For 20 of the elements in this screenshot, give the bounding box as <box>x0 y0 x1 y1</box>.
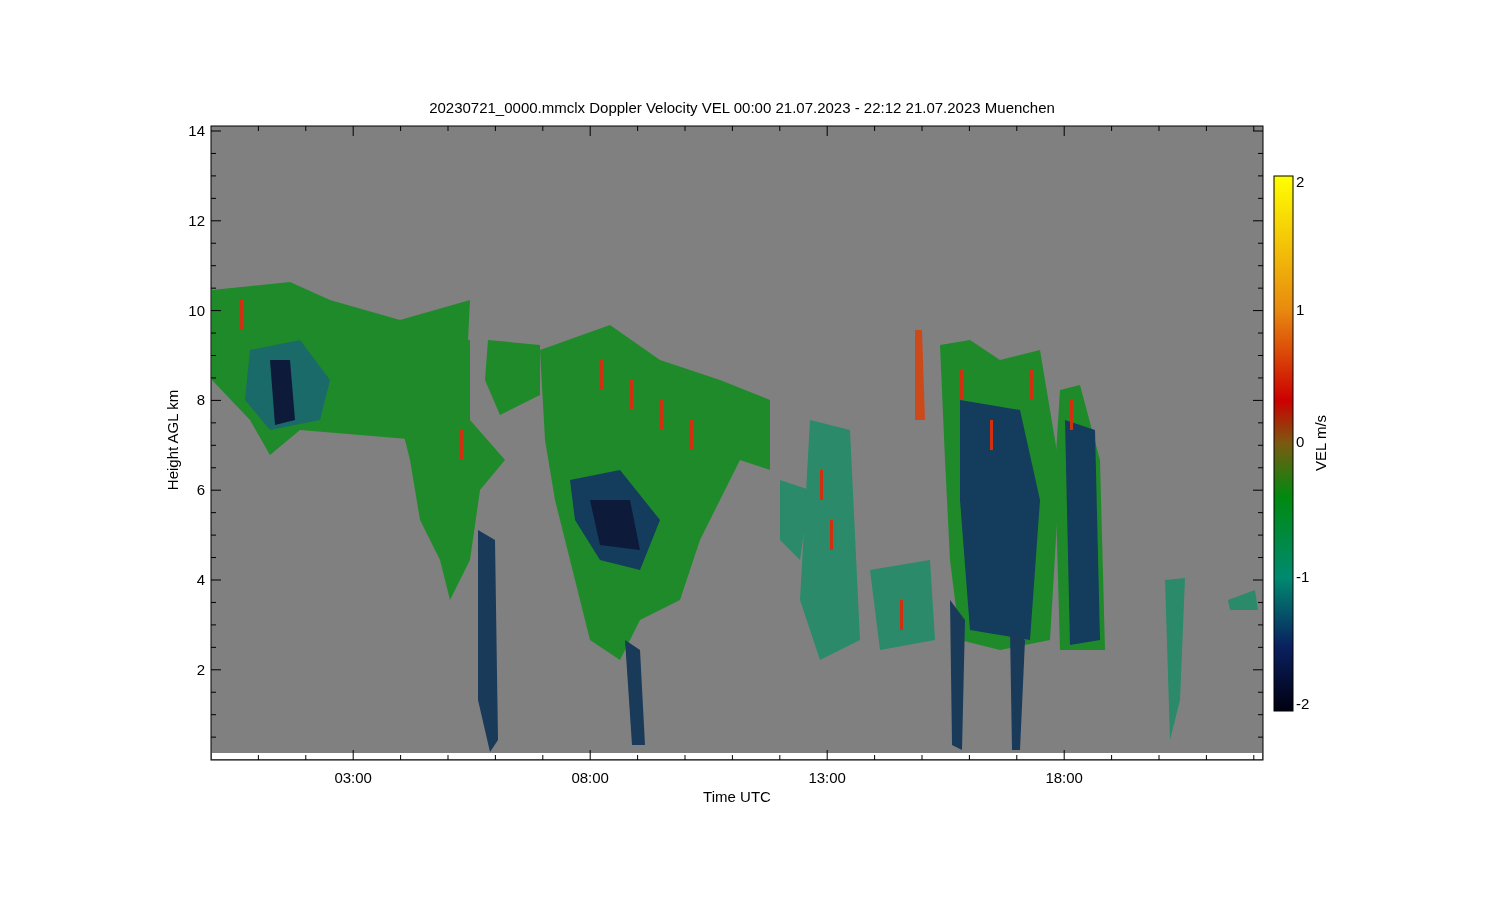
y-tick-label: 4 <box>196 571 205 588</box>
y-tick-label: 8 <box>196 391 205 409</box>
colorbar-tick-label: 1 <box>1296 301 1305 318</box>
y-axis-title: Height AGL km <box>164 389 181 491</box>
x-tick-label: 03:00 <box>334 769 372 786</box>
x-tick-label: 13:00 <box>808 769 846 786</box>
y-tick-label: 12 <box>188 211 205 229</box>
x-tick-label: 08:00 <box>571 769 609 786</box>
colorbar-tick-label: 2 <box>1296 173 1305 190</box>
x-axis-title: Time UTC <box>703 788 771 805</box>
y-tick-label: 14 <box>188 122 205 139</box>
y-tick-label: 2 <box>196 660 205 678</box>
chart-title: 20230721_0000.mmclx Doppler Velocity VEL 00:00 21.07.2023 - 22:12 21.07.2023 Muenchen <box>429 99 1055 116</box>
colorbar-title: VEL m/s <box>1312 414 1329 472</box>
colorbar-tick-label: 0 <box>1296 433 1305 450</box>
x-tick-label: 18:00 <box>1045 769 1083 786</box>
colorbar-tick-label: -2 <box>1296 695 1310 712</box>
colorbar-tick-label: -1 <box>1296 568 1310 585</box>
y-tick-label: 10 <box>188 301 205 319</box>
y-tick-label: 6 <box>196 481 205 499</box>
